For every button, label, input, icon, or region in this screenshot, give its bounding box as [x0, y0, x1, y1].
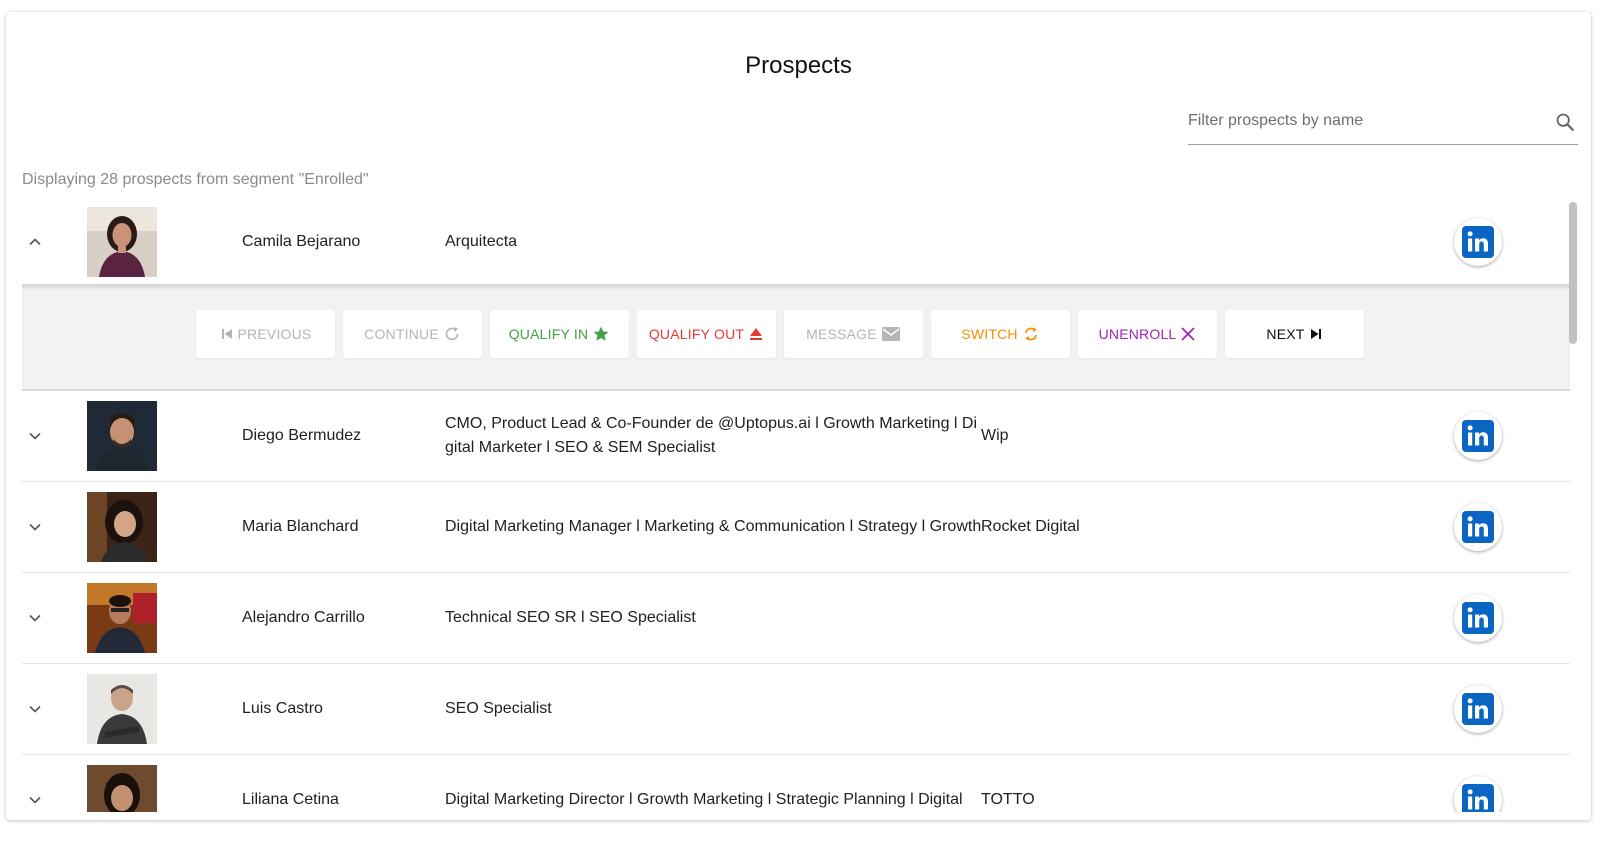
- prospect-headline: Technical SEO SR l SEO Specialist: [445, 609, 696, 626]
- switch-label: SWITCH: [961, 326, 1018, 342]
- linkedin-icon: [1462, 511, 1494, 543]
- chevron-down-icon[interactable]: [27, 428, 43, 444]
- chevron-down-icon[interactable]: [27, 519, 43, 535]
- prospect-headline: Digital Marketing Director l Growth Mark…: [445, 791, 963, 808]
- search-field[interactable]: [1188, 100, 1578, 145]
- prospect-row[interactable]: Luis Castro SEO Specialist: [22, 664, 1570, 755]
- prospect-headline: Arquitecta: [445, 233, 518, 250]
- qualify-in-button[interactable]: QUALIFY IN: [490, 310, 629, 358]
- mail-icon: [881, 327, 900, 341]
- chevron-down-icon[interactable]: [27, 701, 43, 717]
- linkedin-icon: [1462, 226, 1494, 258]
- avatar: [87, 401, 157, 471]
- prospect-headline: Digital Marketing Manager l Marketing & …: [445, 518, 982, 535]
- next-button[interactable]: NEXT: [1225, 310, 1364, 358]
- prospect-name: Diego Bermudez: [242, 427, 362, 444]
- continue-label: CONTINUE: [364, 326, 439, 342]
- skip-next-icon: [1310, 329, 1321, 339]
- unenroll-label: UNENROLL: [1098, 326, 1177, 342]
- prospect-headline: SEO Specialist: [445, 700, 552, 717]
- avatar: [87, 765, 157, 812]
- prospect-company: Wip: [981, 427, 1009, 444]
- page-title: Prospects: [745, 52, 852, 79]
- search-input[interactable]: [1188, 100, 1528, 142]
- sync-icon: [1024, 327, 1037, 341]
- prospect-company: TOTTO: [981, 791, 1035, 808]
- prospect-name: Alejandro Carrillo: [242, 609, 365, 626]
- prospects-card: Prospects Displaying 28 prospects from s…: [6, 12, 1591, 820]
- linkedin-icon: [1462, 693, 1494, 725]
- linkedin-button[interactable]: [1454, 685, 1502, 733]
- skip-previous-icon: [221, 329, 232, 339]
- linkedin-icon: [1462, 420, 1494, 452]
- message-label: MESSAGE: [806, 326, 877, 342]
- previous-button[interactable]: PREVIOUS: [196, 310, 335, 358]
- refresh-icon: [445, 327, 459, 341]
- switch-button[interactable]: SWITCH: [931, 310, 1070, 358]
- linkedin-button[interactable]: [1454, 776, 1502, 812]
- prospect-name: Maria Blanchard: [242, 518, 359, 535]
- unenroll-button[interactable]: UNENROLL: [1078, 310, 1217, 358]
- linkedin-button[interactable]: [1454, 218, 1502, 266]
- prospect-row[interactable]: Maria Blanchard Digital Marketing Manage…: [22, 482, 1570, 573]
- avatar: [87, 583, 157, 653]
- prospect-row[interactable]: Alejandro Carrillo Technical SEO SR l SE…: [22, 573, 1570, 664]
- close-icon: [1181, 327, 1196, 341]
- search-icon[interactable]: [1554, 111, 1576, 133]
- prospect-name: Camila Bejarano: [242, 233, 361, 250]
- qualify-out-button[interactable]: QUALIFY OUT: [637, 310, 776, 358]
- qualify-out-label: QUALIFY OUT: [648, 326, 745, 342]
- prospect-list: Camila Bejarano Arquitecta PREVIOUS CONT…: [22, 200, 1570, 812]
- next-label: NEXT: [1266, 326, 1305, 342]
- message-button[interactable]: MESSAGE: [784, 310, 923, 358]
- prospect-name: Liliana Cetina: [242, 791, 339, 808]
- linkedin-button[interactable]: [1454, 503, 1502, 551]
- prospect-row[interactable]: Diego Bermudez CMO, Product Lead & Co-Fo…: [22, 391, 1570, 482]
- linkedin-icon: [1462, 602, 1494, 634]
- avatar: [87, 674, 157, 744]
- linkedin-button[interactable]: [1454, 594, 1502, 642]
- linkedin-icon: [1462, 784, 1494, 812]
- prospect-company: Rocket Digital: [981, 518, 1080, 535]
- prospect-row[interactable]: Liliana Cetina Digital Marketing Directo…: [22, 755, 1570, 812]
- continue-button[interactable]: CONTINUE: [343, 310, 482, 358]
- prospect-row[interactable]: Camila Bejarano Arquitecta: [22, 200, 1570, 284]
- list-scrollbar[interactable]: [1569, 202, 1577, 344]
- qualify-in-label: QUALIFY IN: [508, 326, 589, 342]
- avatar: [87, 492, 157, 562]
- action-bar: PREVIOUS CONTINUE QUALIFY IN QUALIFY OUT…: [22, 284, 1570, 391]
- linkedin-button[interactable]: [1454, 412, 1502, 460]
- avatar: [87, 207, 157, 277]
- eject-icon: [750, 328, 763, 340]
- segment-info: Displaying 28 prospects from segment "En…: [22, 171, 369, 188]
- prospect-name: Luis Castro: [242, 700, 323, 717]
- prospect-headline: CMO, Product Lead & Co-Founder de @Uptop…: [445, 415, 978, 456]
- chevron-down-icon[interactable]: [27, 792, 43, 808]
- previous-label: PREVIOUS: [237, 326, 312, 342]
- chevron-up-icon[interactable]: [27, 234, 43, 250]
- chevron-down-icon[interactable]: [27, 610, 43, 626]
- star-icon: [593, 326, 609, 341]
